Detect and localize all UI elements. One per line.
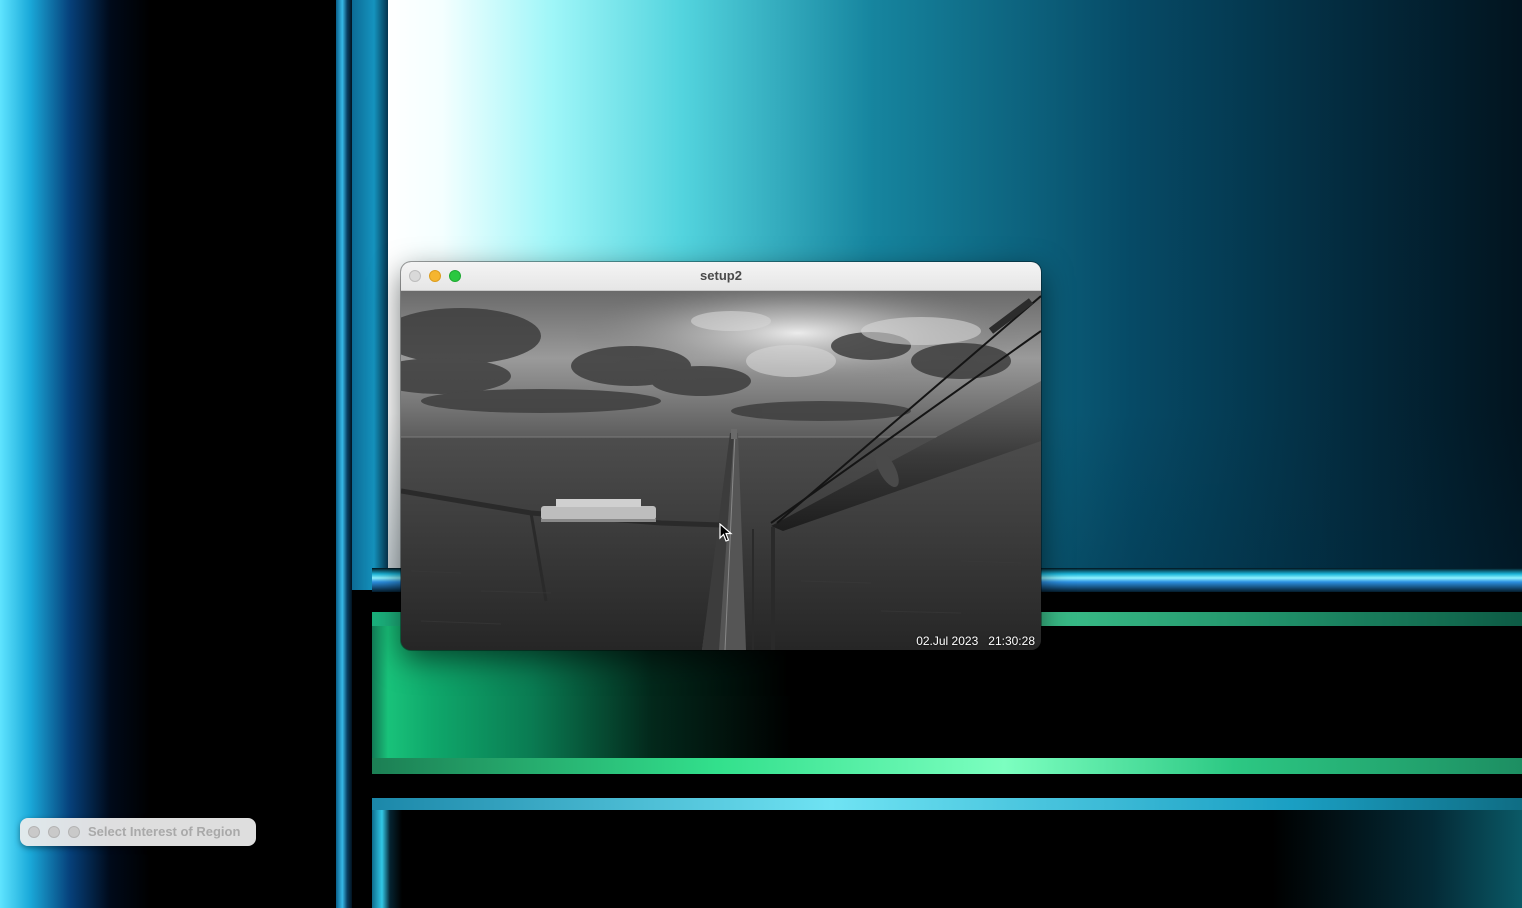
window-titlebar[interactable]: setup2 (401, 262, 1041, 291)
setup2-window[interactable]: setup2 02.Jul 2023 21:30:28 (401, 262, 1041, 650)
wallpaper-gap-2 (352, 774, 1522, 798)
wallpaper-bottom-pane (372, 798, 1522, 908)
wallpaper-left-edge (336, 0, 352, 908)
wallpaper-left-panel (0, 0, 340, 908)
wallpaper-green-rail (372, 758, 1522, 774)
palette-title: Select Interest of Region (88, 824, 241, 839)
mouse-pointer-icon (719, 523, 733, 542)
palette-close-button[interactable] (28, 826, 40, 838)
bridge-camera-image (401, 291, 1041, 650)
window-title: setup2 (700, 268, 742, 283)
wallpaper-bottom-pane-edge (372, 798, 1522, 810)
camera-video-frame[interactable]: 02.Jul 2023 21:30:28 (401, 291, 1041, 650)
timestamp-time: 21:30:28 (988, 634, 1035, 648)
timestamp-date: 02.Jul 2023 (916, 634, 979, 648)
camera-timestamp: 02.Jul 2023 21:30:28 (916, 634, 1035, 648)
select-region-palette[interactable]: Select Interest of Region (20, 818, 256, 846)
palette-minimize-button[interactable] (48, 826, 60, 838)
cruise-ship (541, 499, 656, 522)
palette-zoom-button[interactable] (68, 826, 80, 838)
